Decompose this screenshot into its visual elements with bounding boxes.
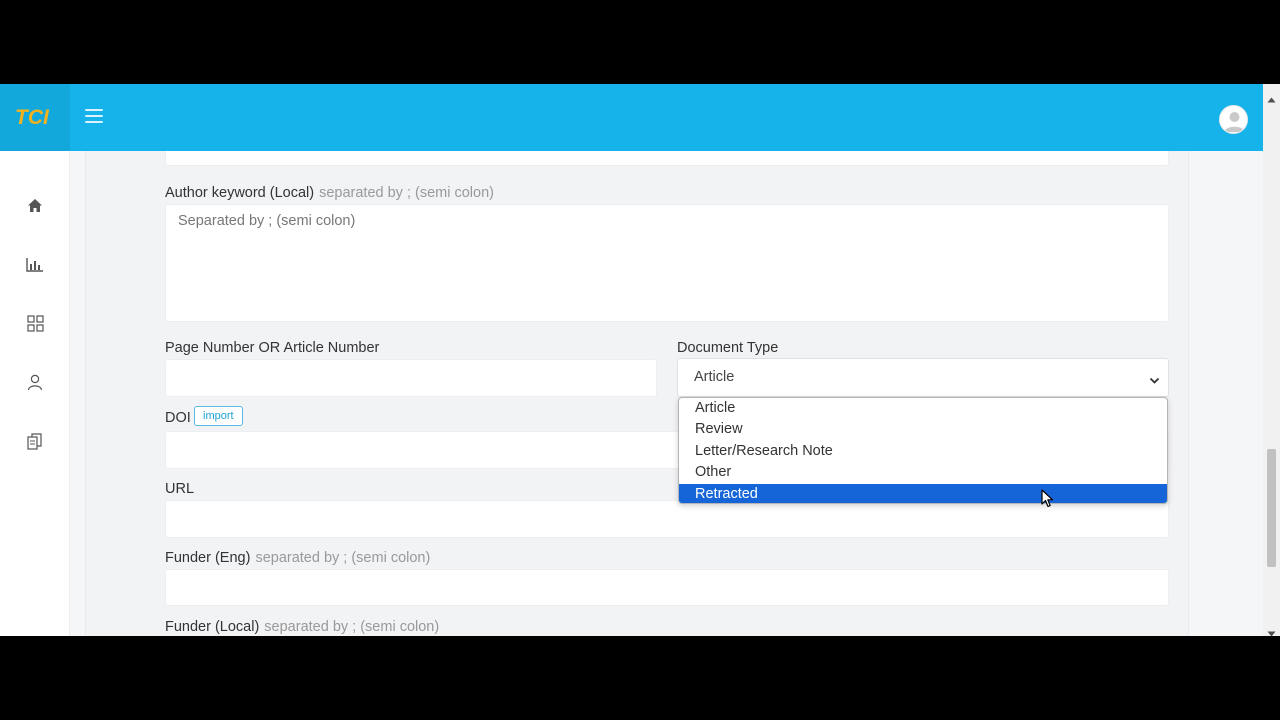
author-keyword-local-label: Author keyword (Local) separated by ; (se… [165,185,494,201]
previous-field[interactable] [165,151,1169,166]
author-keyword-local-placeholder: Separated by ; (semi colon) [178,213,356,229]
scroll-down-arrow-icon[interactable] [1267,624,1276,636]
funder-eng-input[interactable] [165,569,1169,606]
logo-container[interactable]: TCI [0,84,70,151]
home-icon[interactable] [25,195,45,215]
document-type-select[interactable]: Article [677,358,1169,397]
user-icon[interactable] [25,372,45,392]
dropdown-option[interactable]: Other [679,462,1167,483]
doi-label: DOI [165,410,191,426]
url-label: URL [165,481,195,497]
app-viewport: TCI Author keyword (Local) separated by … [0,84,1280,636]
bar-chart-icon[interactable] [25,254,45,274]
scroll-up-arrow-icon[interactable] [1267,90,1276,108]
page-number-label: Page Number OR Article Number [165,340,380,356]
document-type-dropdown: Article Review Letter/Research Note Othe… [678,397,1168,504]
main-content: Author keyword (Local) separated by ; (se… [70,151,1263,636]
page-number-input[interactable] [165,359,657,397]
mouse-cursor-icon [1041,489,1054,513]
scrollbar-thumb[interactable] [1267,449,1276,567]
sidebar [0,151,70,636]
author-keyword-local-textarea[interactable]: Separated by ; (semi colon) [165,204,1169,322]
grid-icon[interactable] [25,313,45,333]
dropdown-option[interactable]: Article [679,398,1167,419]
chevron-down-icon [1149,372,1160,390]
funder-local-label: Funder (Local) separated by ; (semi colon… [165,619,440,635]
logo: TCI [15,106,49,129]
form-panel: Author keyword (Local) separated by ; (se… [85,151,1189,636]
document-type-label: Document Type [677,340,779,356]
funder-eng-label: Funder (Eng) separated by ; (semi colon) [165,550,431,566]
user-avatar[interactable] [1219,105,1248,134]
dropdown-option-highlighted[interactable]: Retracted [679,483,1167,503]
dropdown-option[interactable]: Letter/Research Note [679,441,1167,462]
document-type-selected-value: Article [694,369,735,385]
url-input[interactable] [165,500,1169,538]
menu-toggle-icon[interactable] [85,109,103,125]
dropdown-option[interactable]: Review [679,419,1167,440]
top-navbar: TCI [0,84,1263,151]
import-doi-button[interactable]: import [194,406,243,426]
page-scrollbar[interactable] [1263,84,1280,636]
documents-icon[interactable] [25,431,45,451]
